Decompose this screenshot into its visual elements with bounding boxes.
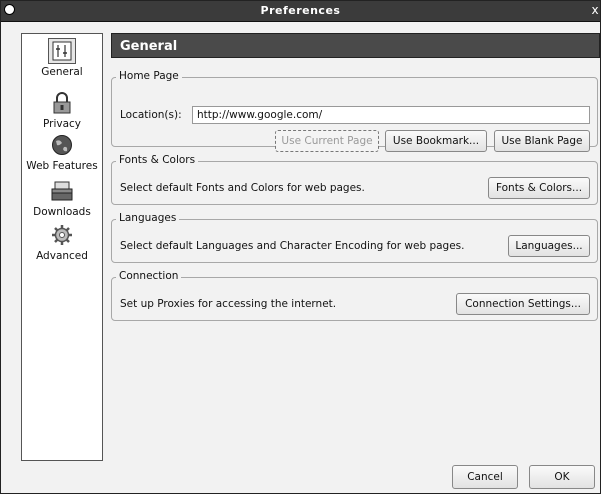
languages-group: Languages Select default Languages and C… <box>111 212 598 263</box>
fonts-colors-button[interactable]: Fonts & Colors... <box>488 177 590 199</box>
use-current-page-button[interactable]: Use Current Page <box>275 130 379 152</box>
sidebar-item-label: Privacy <box>42 118 82 130</box>
connection-description: Set up Proxies for accessing the interne… <box>120 298 337 310</box>
home-page-legend: Home Page <box>116 70 182 82</box>
category-sidebar: General Privacy Web Features Downloads A… <box>21 33 103 461</box>
sidebar-item-label: General <box>41 66 83 78</box>
home-page-group: Home Page Location(s): http://www.google… <box>111 70 598 152</box>
languages-legend: Languages <box>116 212 180 224</box>
preferences-window: Preferences x General Privacy Web Featur… <box>0 0 601 494</box>
sidebar-item-advanced[interactable]: Advanced <box>22 220 102 272</box>
use-blank-page-button[interactable]: Use Blank Page <box>494 130 590 152</box>
globe-icon <box>48 132 76 158</box>
sidebar-item-label: Advanced <box>36 250 88 262</box>
page-title: General <box>111 33 600 58</box>
connection-group: Connection Set up Proxies for accessing … <box>111 270 598 321</box>
languages-button[interactable]: Languages... <box>508 235 590 257</box>
fonts-colors-description: Select default Fonts and Colors for web … <box>120 182 365 194</box>
fonts-colors-group: Fonts & Colors Select default Fonts and … <box>111 154 598 205</box>
title-bar: Preferences x <box>1 1 600 22</box>
location-input[interactable]: http://www.google.com/ <box>192 106 590 124</box>
sidebar-item-web-features[interactable]: Web Features <box>22 130 102 182</box>
ok-button[interactable]: OK <box>529 465 595 489</box>
connection-legend: Connection <box>116 270 182 282</box>
location-label: Location(s): <box>120 109 182 121</box>
sidebar-item-label: Downloads <box>33 206 91 218</box>
main-panel: General Home Page Location(s): http://ww… <box>111 33 600 321</box>
languages-description: Select default Languages and Character E… <box>120 240 465 252</box>
sidebar-item-general[interactable]: General <box>22 36 102 88</box>
connection-settings-button[interactable]: Connection Settings... <box>456 293 590 315</box>
lock-icon <box>48 90 76 116</box>
close-icon[interactable]: x <box>590 3 600 17</box>
general-icon <box>48 38 76 64</box>
use-bookmark-button[interactable]: Use Bookmark... <box>385 130 487 152</box>
window-title: Preferences <box>260 4 341 17</box>
fonts-colors-legend: Fonts & Colors <box>116 154 199 166</box>
sidebar-item-label: Web Features <box>26 160 98 172</box>
gear-icon <box>48 222 76 248</box>
cancel-button[interactable]: Cancel <box>452 465 518 489</box>
download-icon <box>48 178 76 204</box>
